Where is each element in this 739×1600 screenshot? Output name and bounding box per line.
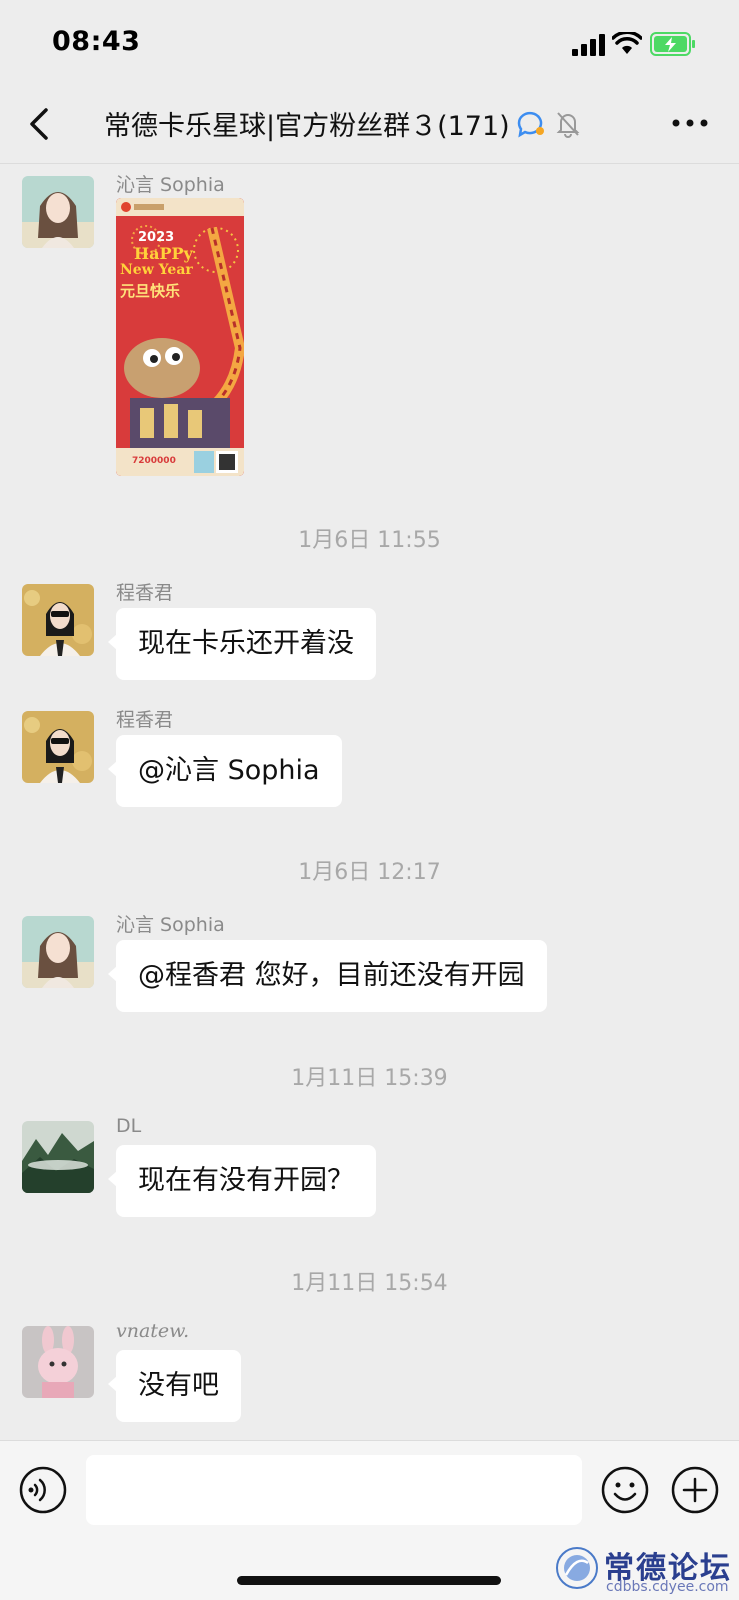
- emoji-button[interactable]: [600, 1465, 650, 1515]
- poster-phone: 7200000: [132, 456, 176, 466]
- avatar-chengxiangjun[interactable]: [22, 711, 94, 783]
- more-options-button[interactable]: [668, 108, 712, 138]
- sender-name: 沁言 Sophia: [116, 914, 225, 936]
- channel-chat-icon: [517, 111, 544, 138]
- sender-name: 程香君: [116, 709, 174, 731]
- voice-input-button[interactable]: [18, 1465, 68, 1515]
- timestamp-separator: 1月11日 15:39: [291, 1066, 448, 1091]
- message-input[interactable]: [86, 1455, 582, 1525]
- sender-name: DL: [116, 1115, 142, 1137]
- home-indicator[interactable]: [237, 1576, 501, 1585]
- forum-watermark: 常德论坛 cdbbs.cdyee.com: [554, 1543, 734, 1595]
- avatar-vnatew[interactable]: [22, 1326, 94, 1398]
- timestamp-separator: 1月6日 12:17: [298, 860, 441, 885]
- sender-name: vnatew.: [116, 1320, 190, 1342]
- message-bubble[interactable]: @程香君 您好，目前还没有开园: [108, 940, 547, 1012]
- sender-name: 程香君: [116, 582, 174, 604]
- more-functions-button[interactable]: [670, 1465, 720, 1515]
- avatar-chengxiangjun[interactable]: [22, 584, 94, 656]
- cellular-signal-icon: [572, 34, 605, 56]
- poster-new-year: New Year: [120, 262, 193, 278]
- avatar-dl[interactable]: [22, 1121, 94, 1193]
- status-time: 08:43: [52, 26, 141, 57]
- message-bubble[interactable]: @沁言 Sophia: [108, 735, 342, 807]
- new-year-poster-image[interactable]: 2023 HaPPy New Year 元旦快乐 7200000: [116, 198, 244, 476]
- chat-title: 常德卡乐星球|官方粉丝群３(171): [104, 111, 510, 142]
- poster-year: 2023: [138, 230, 175, 245]
- message-bubble[interactable]: 现在有没有开园？: [108, 1145, 376, 1217]
- back-button[interactable]: [22, 102, 58, 146]
- wifi-icon: [612, 32, 642, 54]
- message-bubble[interactable]: 现在卡乐还开着没: [108, 608, 376, 680]
- avatar-sophia[interactable]: [22, 916, 94, 988]
- status-bar: 08:43: [0, 0, 739, 88]
- mute-bell-icon: [556, 112, 580, 138]
- battery-charging-icon: [650, 32, 695, 56]
- watermark-url: cdbbs.cdyee.com: [606, 1579, 729, 1595]
- avatar-sophia[interactable]: [22, 176, 94, 248]
- timestamp-separator: 1月6日 11:55: [298, 528, 441, 553]
- poster-happy: HaPPy: [134, 244, 193, 263]
- timestamp-separator: 1月11日 15:54: [291, 1271, 448, 1296]
- message-bubble[interactable]: 没有吧: [108, 1350, 241, 1422]
- chat-header: 常德卡乐星球|官方粉丝群３(171): [0, 88, 739, 164]
- sender-name: 沁言 Sophia: [116, 174, 225, 196]
- input-bar: 常德论坛 cdbbs.cdyee.com: [0, 1440, 739, 1600]
- forum-logo-icon: [556, 1547, 598, 1589]
- poster-yuandan: 元旦快乐: [120, 282, 181, 300]
